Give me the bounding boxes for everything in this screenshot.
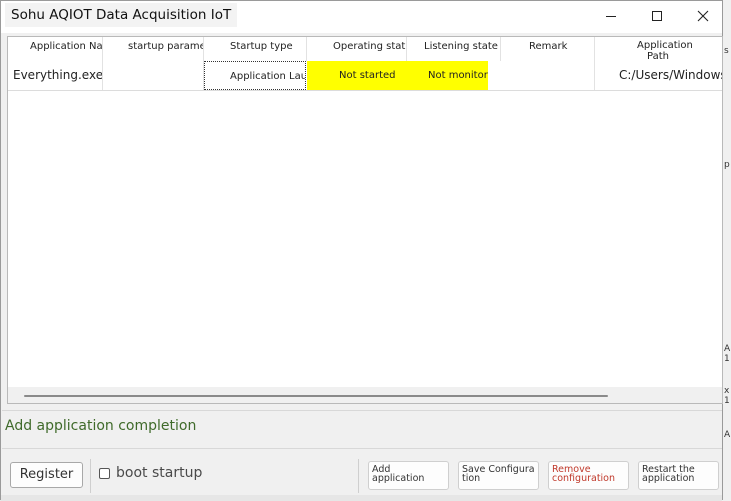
add-application-button[interactable]: Add application bbox=[368, 461, 449, 490]
cell-operating-status[interactable]: Not started bbox=[307, 61, 407, 90]
cell-application-name[interactable]: Everything.exe bbox=[8, 61, 103, 90]
window-bottom-edge bbox=[1, 495, 722, 501]
background-text-fragment: 1 bbox=[724, 354, 730, 364]
background-window-edge bbox=[722, 0, 731, 501]
background-text-fragment: A bbox=[724, 344, 731, 354]
scrollbar-thumb[interactable] bbox=[24, 395, 608, 397]
toolbar-separator bbox=[358, 459, 359, 493]
divider bbox=[2, 410, 722, 411]
background-text-fragment: A bbox=[724, 430, 731, 440]
table-row[interactable]: Everything.exe Application Launch Not st… bbox=[8, 61, 722, 91]
background-text-fragment: p bbox=[724, 160, 730, 170]
boot-startup-option[interactable]: boot startup bbox=[99, 465, 202, 481]
column-header-startup-type[interactable]: Startup type bbox=[204, 37, 307, 61]
table-header: Application Name startup parameters Star… bbox=[8, 37, 722, 62]
close-icon bbox=[697, 10, 709, 22]
column-header-application-path[interactable]: Application Path bbox=[595, 37, 722, 62]
background-text-fragment: x bbox=[724, 386, 730, 396]
cell-startup-parameters[interactable] bbox=[103, 61, 204, 90]
column-header-operating-status[interactable]: Operating status bbox=[307, 37, 407, 61]
boot-startup-checkbox[interactable] bbox=[99, 467, 110, 479]
divider bbox=[2, 448, 722, 449]
title-bar[interactable]: Sohu AQIOT Data Acquisition IoT bbox=[1, 1, 722, 33]
remove-configuration-button[interactable]: Remove configuration bbox=[548, 461, 629, 490]
app-window: Sohu AQIOT Data Acquisition IoT Applicat… bbox=[0, 0, 723, 501]
close-button[interactable] bbox=[680, 1, 726, 31]
boot-startup-label: boot startup bbox=[116, 465, 203, 481]
column-header-application-name[interactable]: Application Name bbox=[8, 37, 103, 61]
register-button[interactable]: Register bbox=[10, 462, 83, 488]
restart-application-button[interactable]: Restart the application bbox=[638, 461, 719, 490]
minimize-icon bbox=[606, 16, 616, 17]
background-text-fragment: s bbox=[724, 46, 729, 56]
cell-listening-state[interactable]: Not monitored bbox=[407, 61, 488, 90]
cell-remark[interactable] bbox=[488, 61, 595, 90]
column-header-listening-state[interactable]: Listening state bbox=[407, 37, 501, 61]
status-message: Add application completion bbox=[5, 418, 197, 434]
background-text-fragment: 1 bbox=[724, 396, 730, 406]
horizontal-scrollbar[interactable] bbox=[8, 387, 722, 403]
cell-startup-type[interactable]: Application Launch bbox=[204, 61, 306, 90]
toolbar-separator bbox=[90, 459, 91, 493]
maximize-button[interactable] bbox=[634, 1, 680, 31]
cell-application-path[interactable]: C:/Users/Windows bbox=[595, 61, 722, 90]
save-configuration-button[interactable]: Save Configuration bbox=[458, 461, 539, 490]
maximize-icon bbox=[652, 11, 662, 21]
applications-table[interactable]: Application Name startup parameters Star… bbox=[7, 36, 723, 404]
column-header-remark[interactable]: Remark bbox=[501, 37, 595, 61]
column-header-startup-parameters[interactable]: startup parameters bbox=[103, 37, 204, 61]
minimize-button[interactable] bbox=[588, 1, 634, 31]
window-title: Sohu AQIOT Data Acquisition IoT bbox=[5, 3, 238, 27]
